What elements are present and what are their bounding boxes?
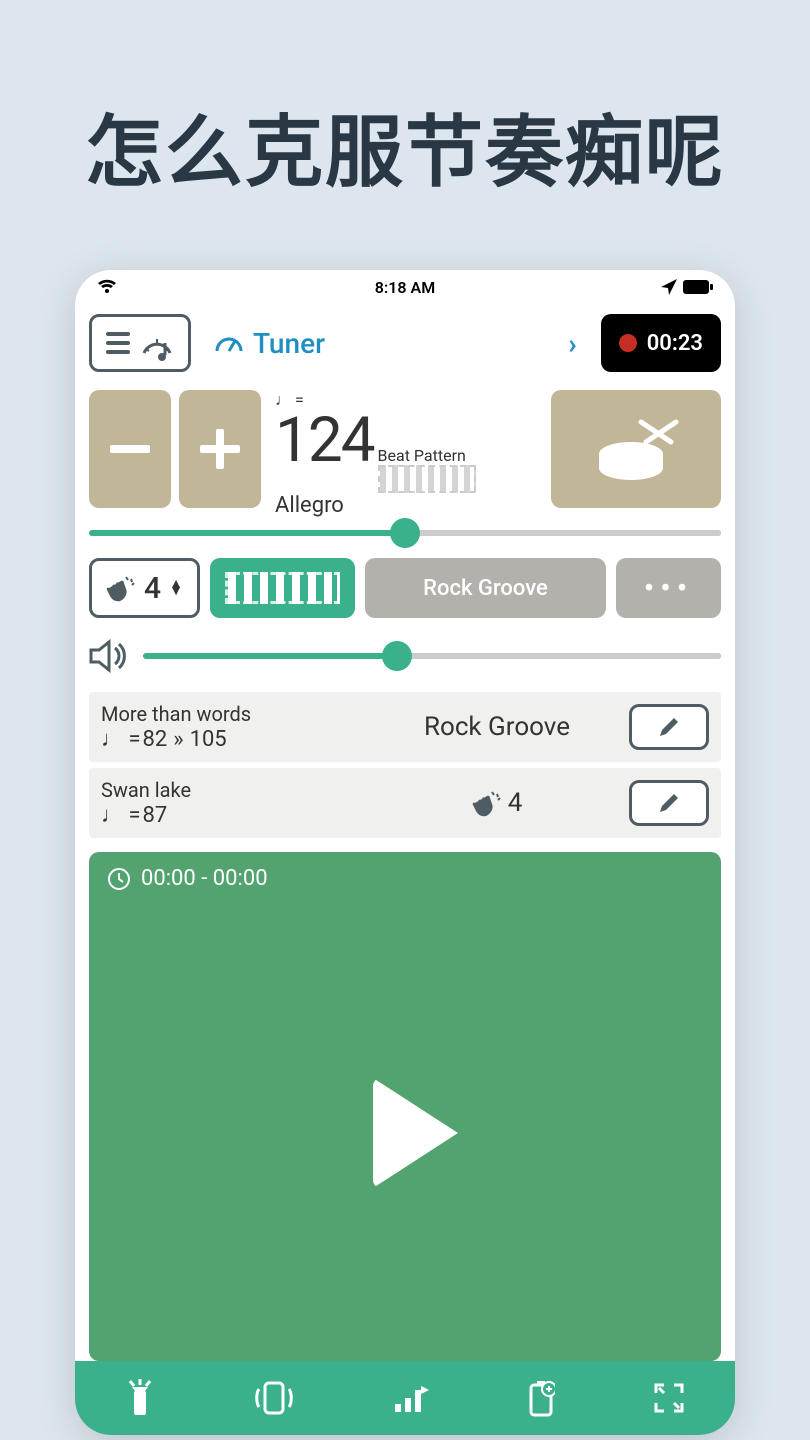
fullscreen-button[interactable] (652, 1381, 686, 1415)
song-bpm-prefix: ♩ = (101, 802, 141, 828)
vibrate-button[interactable] (253, 1379, 295, 1417)
flashlight-button[interactable] (124, 1379, 156, 1417)
status-bar: 8:18 AM (75, 270, 735, 304)
edit-song-button[interactable] (629, 780, 709, 826)
tuner-label: Tuner (253, 327, 325, 360)
bpm-tempo-name: Allegro (275, 493, 537, 518)
volume-slider[interactable] (143, 653, 721, 659)
song-groove-name: Rock Groove (365, 712, 629, 742)
pencil-icon (658, 792, 680, 814)
bottom-toolbar (75, 1361, 735, 1435)
record-time: 00:23 (647, 331, 703, 356)
groove-label: Rock Groove (423, 576, 548, 601)
chevron-right-icon: › (568, 327, 576, 360)
pattern-graphic (225, 572, 340, 604)
tempo-slider-thumb[interactable] (390, 518, 420, 548)
more-options-button[interactable]: ••• (616, 558, 721, 618)
song-bpm-value: 82 (143, 727, 168, 752)
clap-icon (106, 573, 136, 603)
more-dots-icon: ••• (644, 571, 693, 606)
song-item[interactable]: More than words ♩ = 82 » 105 Rock Groove (89, 692, 721, 762)
tempo-increase-button[interactable] (393, 1382, 429, 1414)
song-item[interactable]: Swan lake ♩ = 87 4 (89, 768, 721, 838)
arrow-icon: » (173, 727, 183, 752)
stepper-arrows-icon: ▲▼ (169, 581, 183, 595)
play-button[interactable] (89, 905, 721, 1361)
time-signature-button[interactable]: 4 ▲▼ (89, 558, 200, 618)
beat-pattern-visualization (378, 465, 476, 493)
battery-icon (683, 280, 713, 294)
time-range-text: 00:00 - 00:00 (141, 866, 268, 891)
tuner-button[interactable]: Tuner › (201, 314, 591, 372)
bpm-display[interactable]: ♩ = 124 Beat Pattern Allegro (269, 390, 543, 518)
song-name: Swan lake (101, 778, 365, 802)
metronome-icon (140, 325, 174, 361)
status-time: 8:18 AM (375, 278, 435, 297)
tempo-slider[interactable] (75, 526, 735, 536)
wifi-icon (97, 279, 117, 295)
groove-preset-button[interactable]: Rock Groove (365, 558, 606, 618)
clap-icon (472, 788, 502, 818)
song-bpm-value: 87 (143, 803, 168, 828)
beat-pattern-button[interactable] (210, 558, 355, 618)
song-beat-count: 4 (508, 788, 523, 818)
song-name: More than words (101, 702, 365, 726)
drum-icon (591, 414, 681, 484)
edit-song-button[interactable] (629, 704, 709, 750)
clock-icon (107, 867, 131, 891)
location-icon (661, 279, 677, 295)
play-icon (373, 1078, 458, 1188)
phone-frame: 8:18 AM Tuner › (75, 270, 735, 1435)
menu-button[interactable] (89, 314, 191, 372)
bpm-increment-button[interactable] (179, 390, 261, 508)
play-panel: 00:00 - 00:00 (89, 852, 721, 1361)
record-dot-icon (619, 334, 637, 352)
time-sig-value: 4 (144, 571, 161, 606)
song-bpm-prefix: ♩ = (101, 726, 141, 752)
drum-sound-button[interactable] (551, 390, 721, 508)
song-bpm-target: 105 (190, 727, 227, 752)
plus-icon (200, 429, 240, 469)
beat-pattern-label: Beat Pattern (378, 446, 466, 465)
minus-icon (110, 445, 150, 453)
tuner-icon (215, 331, 243, 355)
bpm-value: 124 (275, 410, 374, 472)
battery-saver-button[interactable] (527, 1379, 555, 1417)
headline: 怎么克服节奏痴呢 (0, 90, 810, 202)
record-button[interactable]: 00:23 (601, 314, 721, 372)
bpm-decrement-button[interactable] (89, 390, 171, 508)
volume-slider-thumb[interactable] (382, 641, 412, 671)
volume-icon (89, 638, 131, 674)
hamburger-icon (106, 332, 130, 354)
pencil-icon (658, 716, 680, 738)
